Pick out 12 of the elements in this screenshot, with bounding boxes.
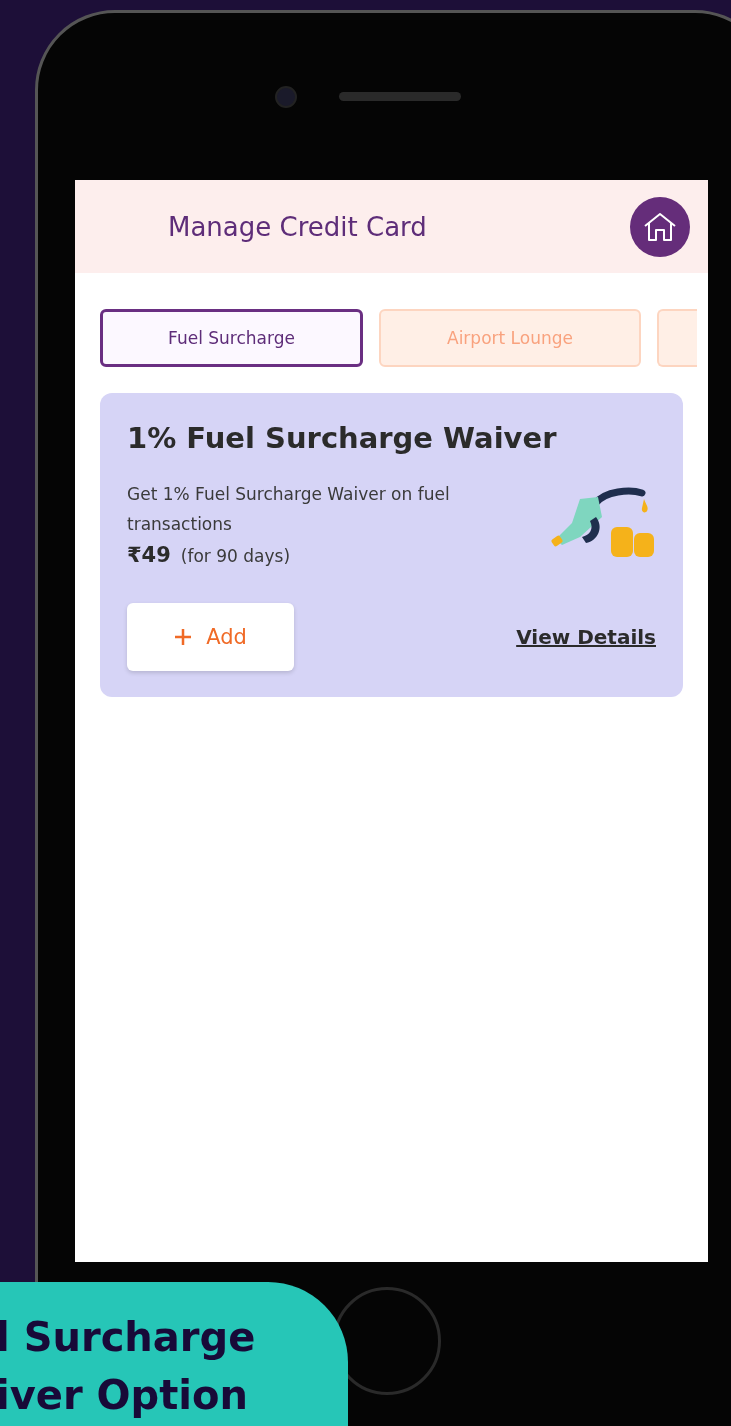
offer-duration: (for 90 days) [180, 546, 291, 566]
plus-icon [174, 628, 193, 646]
caption-text: iver Option [0, 1371, 249, 1420]
caption-text: l Surcharge [0, 1313, 257, 1362]
offer-price: ₹49 [127, 543, 171, 567]
offer-description: Get 1% Fuel Surcharge Waiver on fuel transactions [127, 483, 451, 536]
home-icon [642, 210, 678, 243]
offer-title: 1% Fuel Surcharge Waiver [127, 421, 558, 455]
tab[interactable]: Fuel Surcharge [100, 309, 363, 367]
page-title: Manage Credit Card [168, 211, 427, 242]
view-details-link[interactable]: View Details [516, 625, 656, 649]
camera-dot [275, 85, 297, 108]
